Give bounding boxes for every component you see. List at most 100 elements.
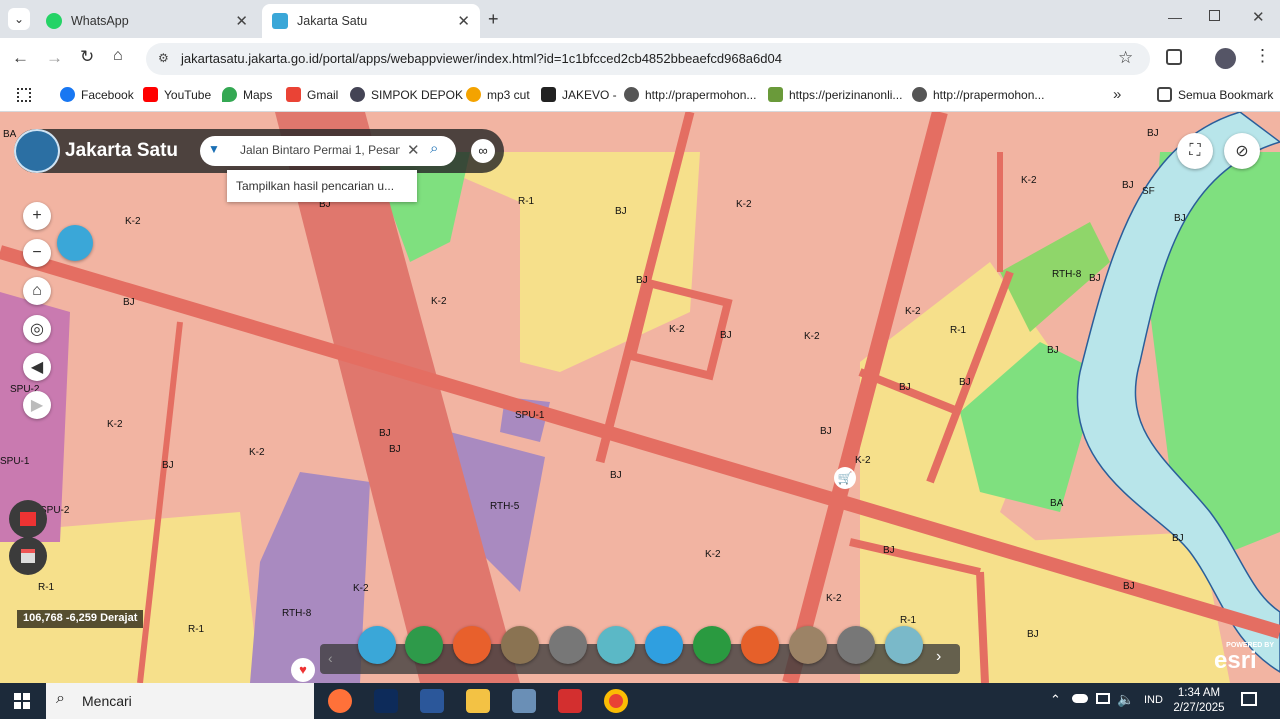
profile-avatar[interactable] bbox=[1215, 48, 1236, 69]
system-clock[interactable]: 1:34 AM 2/27/2025 bbox=[1168, 686, 1230, 716]
bookmark-mp3cut[interactable]: mp3 cut bbox=[466, 87, 530, 102]
coordinate-readout: 106,768 -6,259 Derajat bbox=[17, 610, 144, 628]
previous-extent-icon[interactable]: ◀ bbox=[23, 353, 51, 381]
photoshop-icon[interactable] bbox=[374, 689, 398, 713]
chevron-left-icon[interactable]: ‹ bbox=[328, 650, 333, 666]
print-widget-icon[interactable] bbox=[741, 626, 779, 664]
new-tab-button[interactable]: + bbox=[488, 9, 499, 30]
site-info-icon[interactable]: ⚙ bbox=[158, 51, 169, 65]
chevron-right-icon[interactable]: › bbox=[936, 648, 941, 666]
tab-jakarta-satu[interactable]: Jakarta Satu ✕ bbox=[262, 4, 480, 38]
zoom-out-button[interactable]: − bbox=[23, 239, 51, 267]
windows-start-icon[interactable] bbox=[14, 693, 30, 709]
taskbar-search[interactable]: ⌕ Mencari bbox=[46, 683, 314, 719]
chevron-up-icon[interactable]: ⌃ bbox=[1050, 692, 1061, 708]
cloud-icon[interactable] bbox=[1072, 694, 1088, 703]
health-icon[interactable]: ♥ bbox=[291, 658, 315, 682]
bookmark-prapermohon-2[interactable]: http://prapermohon... bbox=[912, 87, 1044, 102]
bookmark-prapermohon-1[interactable]: http://prapermohon... bbox=[624, 87, 756, 102]
building-icon[interactable] bbox=[9, 500, 47, 538]
basemap-widget-icon[interactable] bbox=[405, 626, 443, 664]
acrobat-icon[interactable] bbox=[558, 689, 582, 713]
more-bookmarks-icon[interactable]: » bbox=[1113, 86, 1121, 103]
layers-icon[interactable] bbox=[57, 225, 93, 261]
shopping-cart-icon[interactable]: 🛒 bbox=[834, 467, 856, 489]
network-icon[interactable] bbox=[1096, 693, 1110, 704]
map-widget-icon[interactable] bbox=[549, 626, 587, 664]
youtube-icon bbox=[143, 87, 158, 102]
menu-icon[interactable]: ⋮ bbox=[1254, 46, 1271, 66]
apps-grid-icon[interactable] bbox=[17, 88, 31, 102]
hide-visibility-icon[interactable]: ⊘ bbox=[1224, 133, 1260, 169]
jakevo-icon bbox=[541, 87, 556, 102]
city-widget-icon[interactable] bbox=[789, 626, 827, 664]
draw-widget-icon[interactable] bbox=[597, 626, 635, 664]
measure-widget-icon[interactable] bbox=[453, 626, 491, 664]
address-bar[interactable]: ⚙ jakartasatu.jakarta.go.id/portal/apps/… bbox=[146, 43, 1150, 75]
zone-label: BJ bbox=[389, 444, 401, 455]
close-window-button[interactable]: ✕ bbox=[1252, 8, 1265, 26]
zone-label: R-1 bbox=[900, 615, 917, 626]
tab-strip: ⌄ WhatsApp ✕ Jakarta Satu ✕ + — ✕ bbox=[0, 0, 1280, 38]
restore-button[interactable] bbox=[1209, 10, 1220, 21]
bookmark-simpok[interactable]: SIMPOK DEPOK bbox=[350, 87, 463, 102]
next-extent-icon[interactable]: ▶ bbox=[23, 391, 51, 419]
link-icon[interactable]: ∞ bbox=[471, 139, 495, 163]
bookmark-gmail[interactable]: Gmail bbox=[286, 87, 338, 102]
zone-label: BJ bbox=[636, 275, 648, 286]
file-explorer-icon[interactable] bbox=[466, 689, 490, 713]
chrome-icon[interactable] bbox=[604, 689, 628, 713]
back-icon[interactable]: ← bbox=[12, 48, 29, 68]
tab-label: WhatsApp bbox=[71, 14, 129, 28]
zone-label: BJ bbox=[1122, 180, 1134, 191]
zone-label: R-1 bbox=[38, 582, 55, 593]
map-view[interactable]: K-2 K-2 K-2 K-2 K-2 K-2 K-2 K-2 K-2 K-2 … bbox=[0, 112, 1280, 683]
bookmark-jakevo[interactable]: JAKEVO - bbox=[541, 87, 617, 102]
jakarta-satu-icon bbox=[272, 13, 288, 29]
search-input[interactable]: Jalan Bintaro Permai 1, Pesang bbox=[240, 143, 400, 157]
zone-label: K-2 bbox=[107, 419, 123, 430]
bookmark-youtube[interactable]: YouTube bbox=[143, 87, 211, 102]
fullscreen-icon[interactable]: ⛶ bbox=[1177, 133, 1213, 169]
bookmark-perizinan[interactable]: https://perizinanonli... bbox=[768, 87, 902, 102]
reload-icon[interactable]: ↻ bbox=[80, 47, 94, 67]
grid-widget-icon[interactable] bbox=[501, 626, 539, 664]
bookmark-star-icon[interactable]: ☆ bbox=[1118, 48, 1133, 68]
share-widget-icon[interactable] bbox=[645, 626, 683, 664]
road bbox=[976, 571, 989, 683]
language-indicator[interactable]: IND bbox=[1144, 694, 1163, 706]
home-extent-icon[interactable]: ⌂ bbox=[23, 277, 51, 305]
globe-widget-icon[interactable] bbox=[693, 626, 731, 664]
bookmark-maps[interactable]: Maps bbox=[222, 87, 272, 102]
analysis-widget-icon[interactable] bbox=[837, 626, 875, 664]
firefox-icon[interactable] bbox=[328, 689, 352, 713]
search-icon[interactable]: ⌕ bbox=[430, 140, 438, 157]
locate-icon[interactable]: ◎ bbox=[23, 315, 51, 343]
close-tab-icon[interactable]: ✕ bbox=[235, 12, 248, 30]
bookmark-label: Gmail bbox=[307, 87, 339, 102]
bookmark-label: https://perizinanonli... bbox=[789, 87, 903, 102]
forward-icon[interactable]: → bbox=[46, 48, 63, 68]
info-widget-icon[interactable] bbox=[885, 626, 923, 664]
clear-icon[interactable]: ✕ bbox=[407, 141, 420, 159]
home-icon[interactable]: ⌂ bbox=[113, 47, 123, 65]
tab-search-button[interactable]: ⌄ bbox=[8, 8, 30, 30]
layers-widget-icon[interactable] bbox=[358, 626, 396, 664]
bookmark-facebook[interactable]: Facebook bbox=[60, 87, 134, 102]
zone-label: BJ bbox=[1123, 581, 1135, 592]
zoom-in-button[interactable]: + bbox=[23, 202, 51, 230]
network-app-icon[interactable] bbox=[512, 689, 536, 713]
minimize-button[interactable]: — bbox=[1168, 9, 1182, 25]
calendar-icon[interactable] bbox=[9, 537, 47, 575]
url-text[interactable]: jakartasatu.jakarta.go.id/portal/apps/we… bbox=[181, 51, 782, 66]
extensions-icon[interactable] bbox=[1166, 49, 1182, 65]
word-icon[interactable] bbox=[420, 689, 444, 713]
tab-whatsapp[interactable]: WhatsApp ✕ bbox=[36, 4, 258, 38]
chevron-down-icon[interactable]: ▼ bbox=[208, 142, 220, 156]
zone-label: K-2 bbox=[1021, 175, 1037, 186]
close-tab-icon[interactable]: ✕ bbox=[457, 12, 470, 30]
notification-icon[interactable] bbox=[1241, 692, 1257, 706]
all-bookmarks-folder[interactable]: Semua Bookmark bbox=[1157, 87, 1273, 102]
volume-icon[interactable]: 🔈 bbox=[1117, 691, 1134, 708]
search-suggestion[interactable]: Tampilkan hasil pencarian u... bbox=[227, 170, 417, 202]
